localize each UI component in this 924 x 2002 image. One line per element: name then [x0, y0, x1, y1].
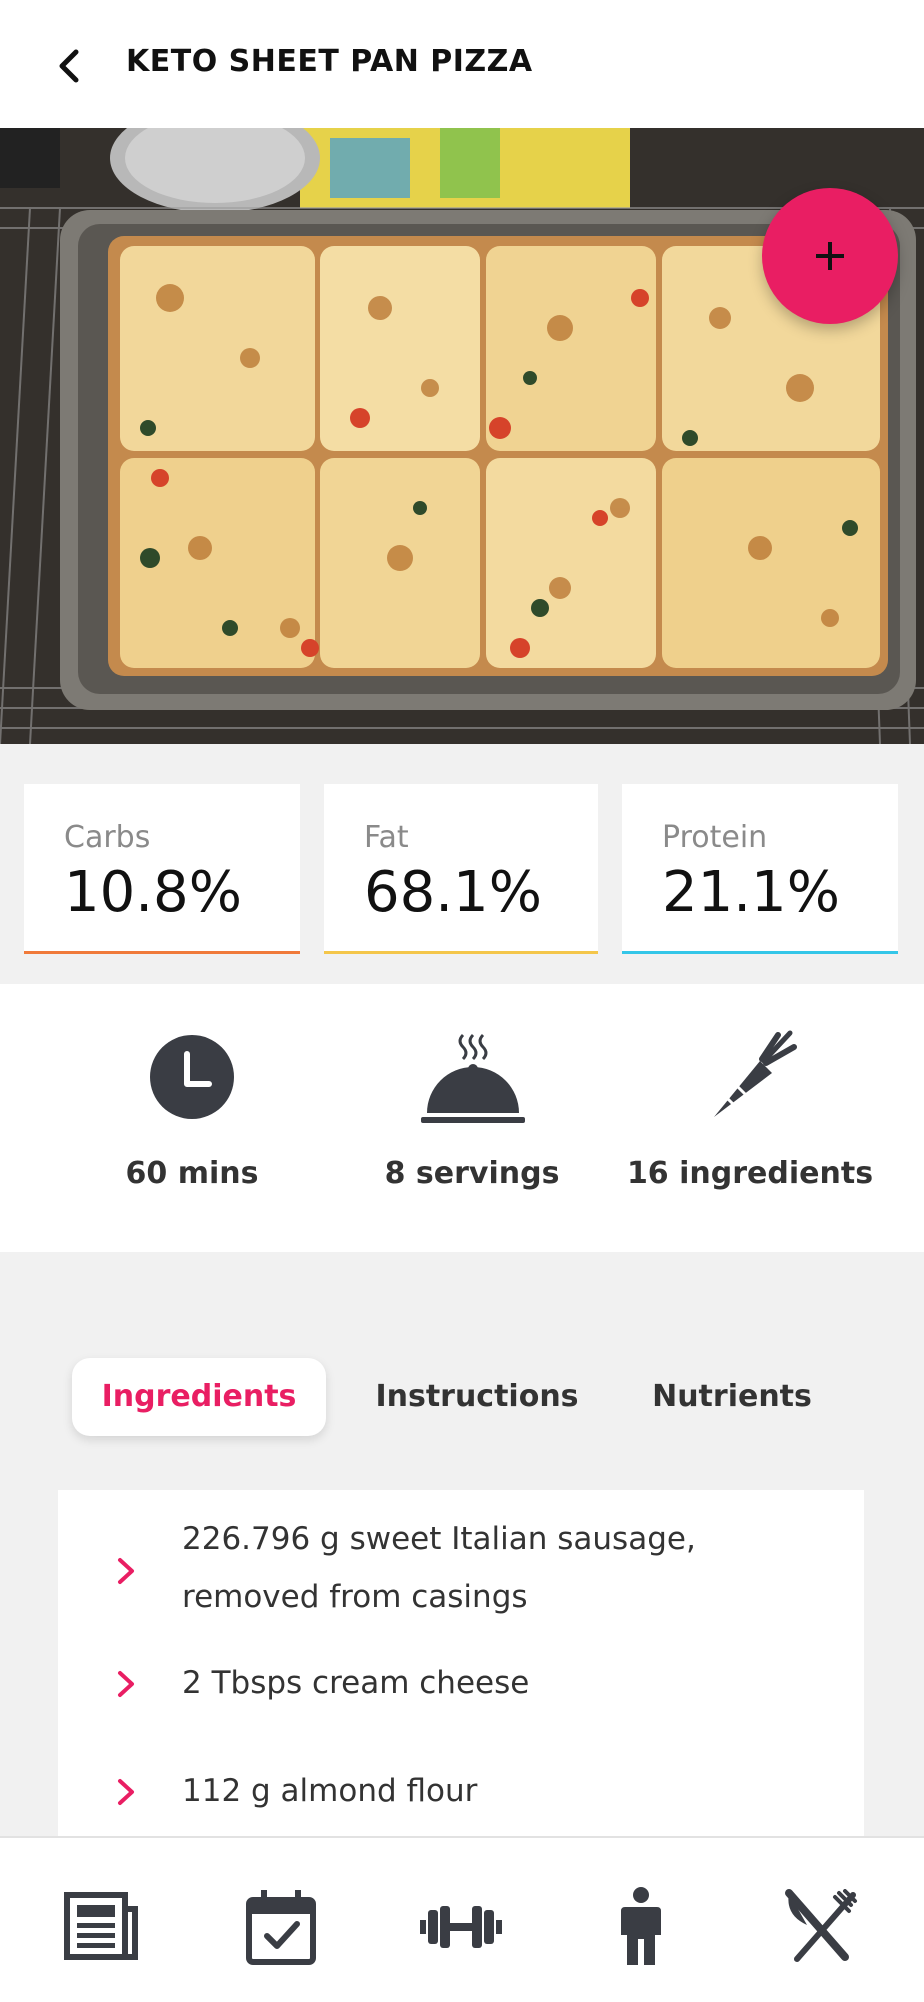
news-icon	[64, 1892, 138, 1960]
person-icon	[621, 1887, 661, 1965]
chevron-left-icon	[59, 49, 79, 83]
stat-time-label: 60 mins	[125, 1156, 259, 1191]
carrot-icon	[695, 1022, 805, 1132]
stat-time: 60 mins	[52, 984, 332, 1252]
bottom-navigation	[0, 1836, 924, 2002]
list-item[interactable]: 112 g almond flour	[58, 1762, 864, 1822]
ingredient-text: 2 Tbsps cream cheese	[182, 1665, 530, 1701]
app-header: KETO SHEET PAN PIZZA	[0, 0, 924, 128]
macro-value: 68.1%	[364, 860, 542, 925]
fork-knife-icon	[785, 1889, 857, 1962]
macro-bar-protein	[622, 951, 898, 954]
macro-value: 21.1%	[662, 860, 840, 925]
clock-icon	[137, 1022, 247, 1132]
macro-value: 10.8%	[64, 860, 242, 925]
page-title: KETO SHEET PAN PIZZA	[126, 44, 533, 79]
plus-icon	[816, 242, 844, 270]
nav-recipes[interactable]	[776, 1882, 866, 1972]
tab-instructions[interactable]: Instructions	[362, 1358, 592, 1436]
macro-card-carbs: Carbs 10.8%	[24, 784, 300, 954]
ingredient-text: 226.796 g sweet Italian sausage,	[182, 1521, 696, 1557]
stat-servings-label: 8 servings	[384, 1156, 560, 1191]
list-item[interactable]: 226.796 g sweet Italian sausage, removed…	[58, 1510, 864, 1640]
chevron-right-icon	[118, 1671, 134, 1697]
stat-ingredients: 16 ingredients	[610, 984, 890, 1252]
nav-calendar[interactable]	[236, 1882, 326, 1972]
ingredient-text: 112 g almond flour	[182, 1773, 478, 1809]
recipe-stats: 60 mins 8 servings 16 ingredients	[0, 984, 924, 1252]
tab-ingredients[interactable]: Ingredients	[72, 1358, 326, 1436]
macro-bar-carbs	[24, 951, 300, 954]
macro-card-protein: Protein 21.1%	[622, 784, 898, 954]
recipe-photo	[0, 128, 924, 744]
macro-label: Carbs	[64, 820, 151, 855]
nav-workouts[interactable]	[416, 1882, 506, 1972]
nav-profile[interactable]	[596, 1882, 686, 1972]
macro-summary: Carbs 10.8% Fat 68.1% Protein 21.1%	[0, 744, 924, 984]
calendar-icon	[246, 1890, 316, 1965]
chevron-right-icon	[118, 1558, 134, 1584]
serving-dish-icon	[417, 1022, 527, 1132]
macro-label: Fat	[364, 820, 409, 855]
dumbbell-icon	[420, 1906, 502, 1948]
back-button[interactable]	[40, 36, 100, 96]
nav-news[interactable]	[56, 1882, 146, 1972]
ingredients-list: 226.796 g sweet Italian sausage, removed…	[58, 1490, 864, 1836]
stat-servings: 8 servings	[332, 984, 612, 1252]
recipe-tabs: Ingredients Instructions Nutrients	[72, 1358, 852, 1438]
tab-nutrients[interactable]: Nutrients	[632, 1358, 832, 1436]
ingredient-text: removed from casings	[182, 1579, 528, 1615]
macro-card-fat: Fat 68.1%	[324, 784, 598, 954]
macro-label: Protein	[662, 820, 768, 855]
add-button[interactable]	[762, 188, 898, 324]
chevron-right-icon	[118, 1779, 134, 1805]
list-item[interactable]: 2 Tbsps cream cheese	[58, 1654, 864, 1714]
macro-bar-fat	[324, 951, 598, 954]
stat-ingredients-label: 16 ingredients	[626, 1156, 874, 1191]
